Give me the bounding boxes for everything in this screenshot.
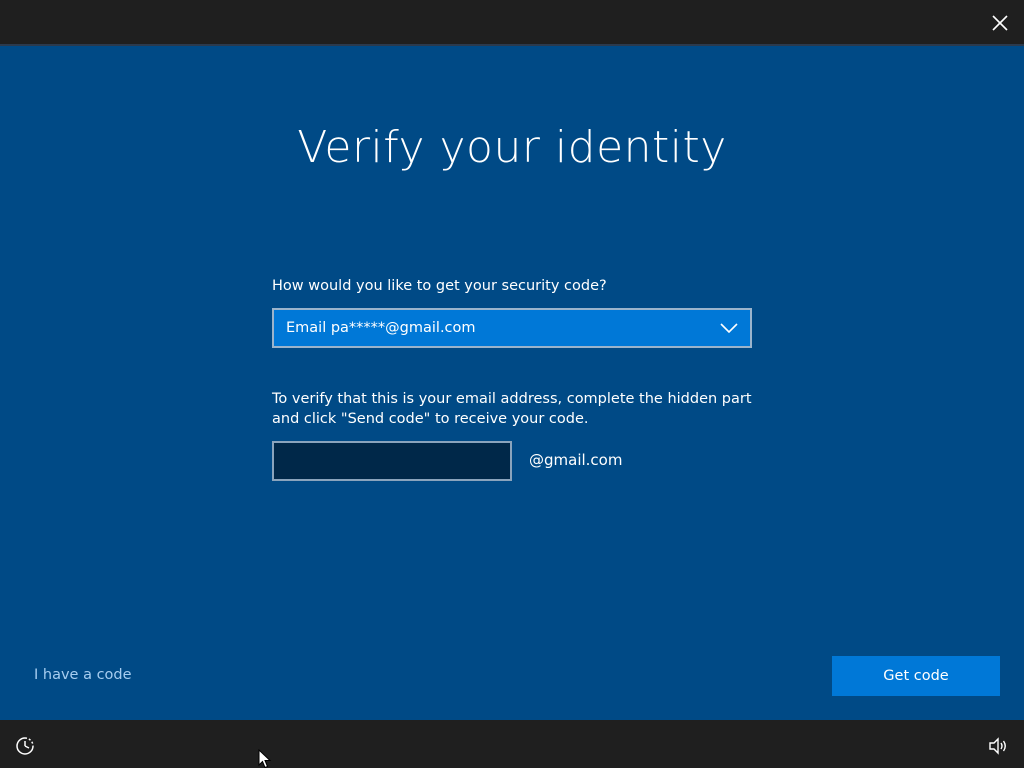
ease-of-access-icon bbox=[16, 737, 34, 755]
chevron-down-icon bbox=[718, 317, 740, 339]
volume-button[interactable] bbox=[988, 736, 1008, 756]
verify-description: To verify that this is your email addres… bbox=[272, 391, 752, 427]
i-have-a-code-link[interactable]: I have a code bbox=[34, 667, 132, 683]
top-bar bbox=[0, 0, 1024, 46]
ease-of-access-button[interactable] bbox=[14, 735, 36, 757]
verification-method-dropdown[interactable]: Email pa*****@gmail.com bbox=[272, 308, 752, 348]
dropdown-selected-value: Email pa*****@gmail.com bbox=[286, 320, 476, 336]
security-code-question: How would you like to get your security … bbox=[272, 278, 607, 294]
hidden-email-part-input[interactable] bbox=[272, 441, 512, 481]
main-panel: Verify your identity How would you like … bbox=[0, 46, 1024, 720]
get-code-button[interactable]: Get code bbox=[832, 656, 1000, 696]
bottom-bar bbox=[0, 720, 1024, 768]
page-title: Verify your identity bbox=[297, 122, 727, 173]
close-icon bbox=[992, 15, 1008, 31]
mouse-cursor-icon bbox=[258, 749, 272, 768]
close-button[interactable] bbox=[988, 11, 1012, 35]
oobe-screen: Verify your identity How would you like … bbox=[0, 0, 1024, 768]
volume-icon bbox=[989, 737, 1006, 755]
email-domain-label: @gmail.com bbox=[529, 451, 623, 469]
